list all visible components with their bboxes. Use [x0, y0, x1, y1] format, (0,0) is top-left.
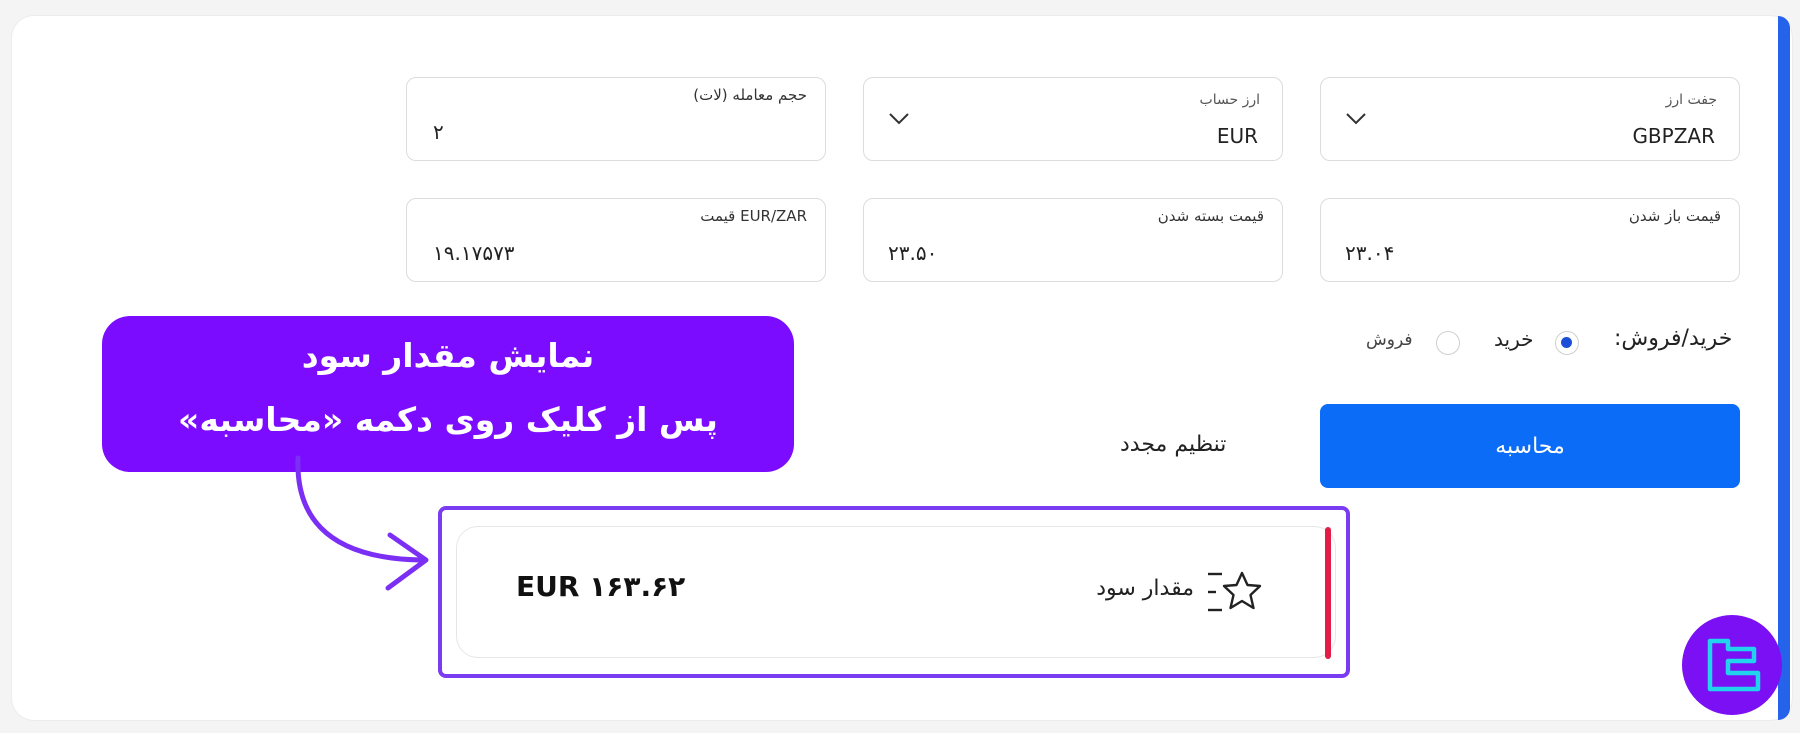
sell-label: فروش [1366, 330, 1413, 350]
chevron-down-icon [889, 113, 909, 125]
profit-label: مقدار سود [1096, 576, 1194, 601]
curved-arrow-icon [295, 455, 429, 591]
sell-radio[interactable] [1436, 331, 1460, 355]
account-currency-select[interactable]: ارز حساب EUR [863, 77, 1283, 161]
reset-button[interactable]: تنظیم مجدد [1120, 424, 1280, 464]
trade-volume-field[interactable]: حجم معامله (لات) ۲ [406, 77, 826, 161]
currency-pair-select[interactable]: جفت ارز GBPZAR [1320, 77, 1740, 161]
conversion-price-field[interactable]: EUR/ZAR قیمت ۱۹.۱۷۵۷۳ [406, 198, 826, 282]
close-price-label: قیمت بسته شدن [1157, 207, 1264, 225]
trade-volume-value: ۲ [433, 120, 444, 144]
star-list-icon [1208, 571, 1262, 612]
chevron-down-icon [1346, 113, 1366, 125]
buy-label: خرید [1494, 327, 1534, 351]
open-price-label: قیمت باز شدن [1628, 207, 1721, 225]
open-price-field[interactable]: قیمت باز شدن ۲۳.۰۴ [1320, 198, 1740, 282]
callout-line-2: پس از کلیک روی دکمه «محاسبه» [178, 400, 718, 439]
conversion-price-label: EUR/ZAR قیمت [700, 207, 807, 225]
close-price-field[interactable]: قیمت بسته شدن ۲۳.۵۰ [863, 198, 1283, 282]
close-price-value: ۲۳.۵۰ [888, 241, 938, 265]
account-currency-value: EUR [1216, 124, 1258, 148]
annotation-callout: نمایش مقدار سود پس از کلیک روی دکمه «محا… [102, 316, 794, 472]
account-currency-label: ارز حساب [1199, 92, 1260, 108]
callout-line-1: نمایش مقدار سود [301, 336, 595, 375]
profit-value: EUR ۱۶۳.۶۲ [516, 570, 686, 603]
calculate-button[interactable]: محاسبه [1320, 404, 1740, 488]
currency-pair-value: GBPZAR [1632, 124, 1715, 148]
logo-mark-icon [1707, 638, 1761, 692]
brand-logo [1682, 615, 1782, 715]
currency-pair-label: جفت ارز [1665, 92, 1717, 108]
conversion-price-value: ۱۹.۱۷۵۷۳ [433, 241, 515, 265]
result-accent-bar [1325, 527, 1331, 659]
direction-label: خرید/فروش: [1614, 326, 1733, 351]
open-price-value: ۲۳.۰۴ [1345, 241, 1395, 265]
buy-radio[interactable] [1555, 331, 1579, 355]
trade-volume-label: حجم معامله (لات) [693, 86, 807, 104]
